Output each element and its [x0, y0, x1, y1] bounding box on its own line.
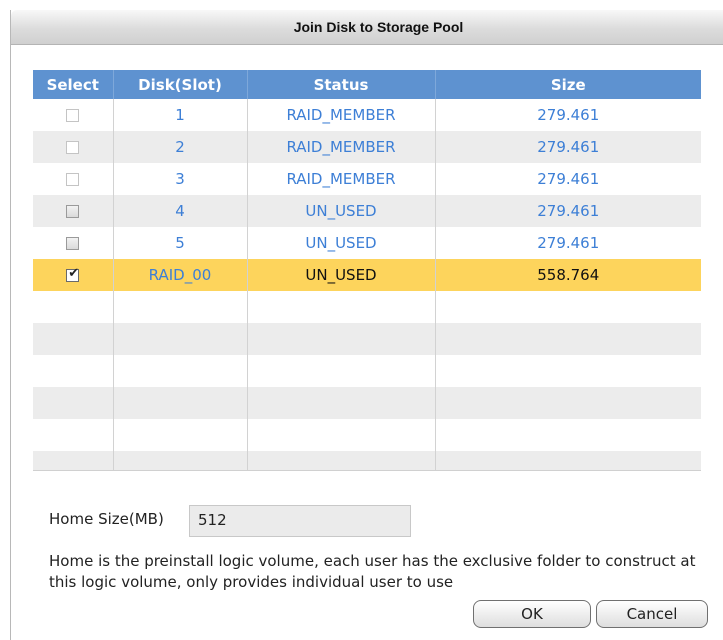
column-header-select[interactable]: Select: [33, 70, 114, 99]
disk-table: Select Disk(Slot) Status Size 1 RAID_MEM…: [33, 70, 701, 470]
size-cell: 279.461: [435, 99, 701, 131]
table-row[interactable]: 5 UN_USED 279.461: [33, 227, 701, 259]
disk-slot-cell: 5: [113, 227, 248, 259]
join-disk-dialog: Join Disk to Storage Pool Select Disk(Sl…: [10, 10, 723, 640]
cancel-button[interactable]: Cancel: [596, 600, 708, 628]
row-checkbox[interactable]: [66, 237, 80, 250]
ok-button[interactable]: OK: [473, 600, 591, 628]
dialog-titlebar[interactable]: Join Disk to Storage Pool: [11, 10, 723, 45]
size-cell: 279.461: [435, 227, 701, 259]
select-cell: [33, 195, 114, 227]
select-cell: [33, 227, 114, 259]
status-cell: RAID_MEMBER: [247, 163, 436, 195]
table-header-row: Select Disk(Slot) Status Size: [33, 70, 701, 99]
select-cell: [33, 259, 114, 291]
column-header-disk-slot[interactable]: Disk(Slot): [113, 70, 248, 99]
select-cell: [33, 99, 114, 131]
status-cell: UN_USED: [247, 259, 436, 291]
table-row[interactable]: 2 RAID_MEMBER 279.461: [33, 131, 701, 163]
table-row-selected[interactable]: RAID_00 UN_USED 558.764: [33, 259, 701, 291]
status-cell: UN_USED: [247, 227, 436, 259]
row-checkbox: [66, 141, 80, 154]
column-header-size[interactable]: Size: [435, 70, 701, 99]
row-checkbox[interactable]: [66, 205, 80, 218]
home-size-input[interactable]: 512: [189, 505, 411, 537]
home-description: Home is the preinstall logic volume, eac…: [49, 552, 696, 591]
size-cell: 558.764: [435, 259, 701, 291]
disk-slot-cell: RAID_00: [113, 259, 248, 291]
size-cell: 279.461: [435, 163, 701, 195]
disk-slot-cell: 3: [113, 163, 248, 195]
empty-row: [33, 355, 701, 387]
empty-row: [33, 387, 701, 419]
empty-row: [33, 323, 701, 355]
status-cell: UN_USED: [247, 195, 436, 227]
size-cell: 279.461: [435, 131, 701, 163]
empty-row: [33, 451, 701, 470]
empty-row: [33, 291, 701, 323]
disk-slot-cell: 2: [113, 131, 248, 163]
size-cell: 279.461: [435, 195, 701, 227]
row-checkbox: [66, 109, 80, 122]
row-checkbox-checked[interactable]: [66, 266, 80, 282]
select-cell: [33, 131, 114, 163]
disk-slot-cell: 1: [113, 99, 248, 131]
select-cell: [33, 163, 114, 195]
column-header-status[interactable]: Status: [247, 70, 436, 99]
disk-slot-cell: 4: [113, 195, 248, 227]
status-cell: RAID_MEMBER: [247, 99, 436, 131]
dialog-title: Join Disk to Storage Pool: [293, 19, 464, 35]
row-checkbox: [66, 173, 80, 186]
home-size-label: Home Size(MB): [49, 510, 164, 528]
table-row[interactable]: 3 RAID_MEMBER 279.461: [33, 163, 701, 195]
table-row[interactable]: 4 UN_USED 279.461: [33, 195, 701, 227]
empty-row: [33, 419, 701, 451]
disk-grid: Select Disk(Slot) Status Size 1 RAID_MEM…: [33, 70, 701, 471]
status-cell: RAID_MEMBER: [247, 131, 436, 163]
table-row[interactable]: 1 RAID_MEMBER 279.461: [33, 99, 701, 131]
